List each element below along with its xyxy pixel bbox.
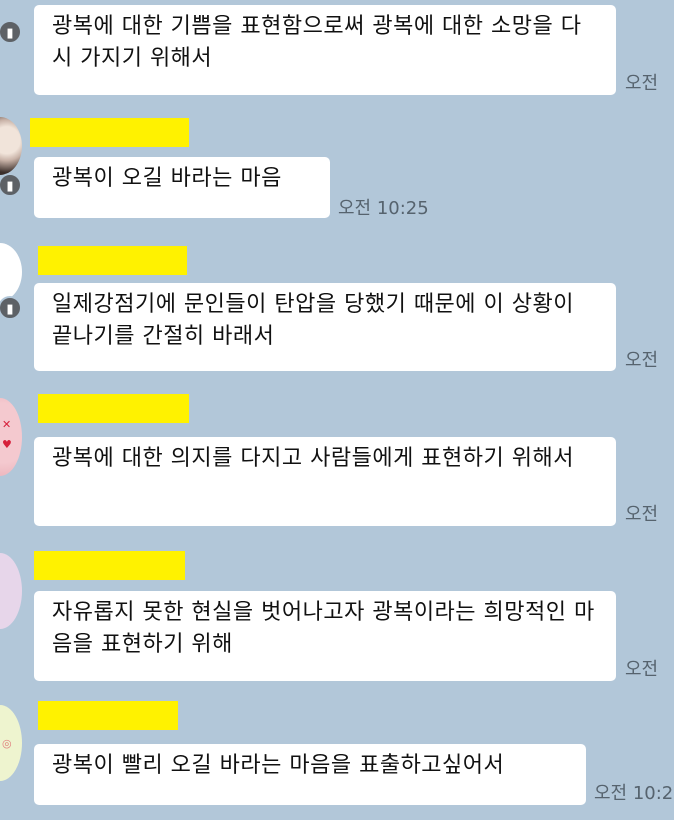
message-bubble[interactable]: 광복에 대한 의지를 다지고 사람들에게 표현하기 위해서 xyxy=(34,437,616,526)
message-text: 광복이 오길 바라는 마음 xyxy=(52,166,282,191)
message-time: 오전 xyxy=(625,659,659,680)
message-text: 광복에 대한 기쁨을 표현함으로써 광복에 대한 소망을 다시 가지기 위해서 xyxy=(52,14,582,71)
sender-name-redacted xyxy=(38,394,189,423)
message-text: 일제강점기에 문인들이 탄압을 당했기 때문에 이 상황이 끝나기를 간절히 바… xyxy=(52,292,574,349)
message-bubble[interactable]: 일제강점기에 문인들이 탄압을 당했기 때문에 이 상황이 끝나기를 간절히 바… xyxy=(34,283,616,371)
message-bubble[interactable]: 광복에 대한 기쁨을 표현함으로써 광복에 대한 소망을 다시 가지기 위해서 xyxy=(34,5,616,95)
message-bubble[interactable]: 광복이 오길 바라는 마음 xyxy=(34,157,330,218)
avatar-decoration: ◎ xyxy=(2,737,12,750)
sender-avatar[interactable]: ◎ xyxy=(0,705,22,781)
chat-badge-icon: ▮ xyxy=(0,20,22,44)
message-time: 오전 xyxy=(625,504,659,525)
sender-name-redacted xyxy=(30,118,189,147)
sender-avatar[interactable]: ✕ ♥ xyxy=(0,398,22,476)
chat-badge-icon: ▮ xyxy=(0,173,22,197)
sender-avatar[interactable] xyxy=(0,117,22,175)
message-time: 오전 10:25 xyxy=(338,198,429,219)
chat-badge-icon: ▮ xyxy=(0,296,22,320)
avatar-decoration: ✕ xyxy=(2,418,12,431)
message-text: 광복에 대한 의지를 다지고 사람들에게 표현하기 위해서 xyxy=(52,446,574,471)
message-bubble[interactable]: 자유롭지 못한 현실을 벗어나고자 광복이라는 희망적인 마음을 표현하기 위해 xyxy=(34,591,616,681)
sender-name-redacted xyxy=(34,551,185,580)
sender-name-redacted xyxy=(38,246,187,275)
message-text: 자유롭지 못한 현실을 벗어나고자 광복이라는 희망적인 마음을 표현하기 위해 xyxy=(52,600,595,657)
message-time: 오전 xyxy=(625,73,659,94)
message-bubble[interactable]: 광복이 빨리 오길 바라는 마음을 표출하고싶어서 xyxy=(34,744,586,805)
sender-avatar[interactable] xyxy=(0,553,22,629)
heart-icon: ♥ xyxy=(2,438,12,451)
sender-avatar[interactable] xyxy=(0,243,22,301)
sender-name-redacted xyxy=(38,701,178,730)
message-time: 오전 xyxy=(625,350,659,371)
message-text: 광복이 빨리 오길 바라는 마음을 표출하고싶어서 xyxy=(52,753,505,778)
message-time: 오전 10:2 xyxy=(594,783,674,804)
